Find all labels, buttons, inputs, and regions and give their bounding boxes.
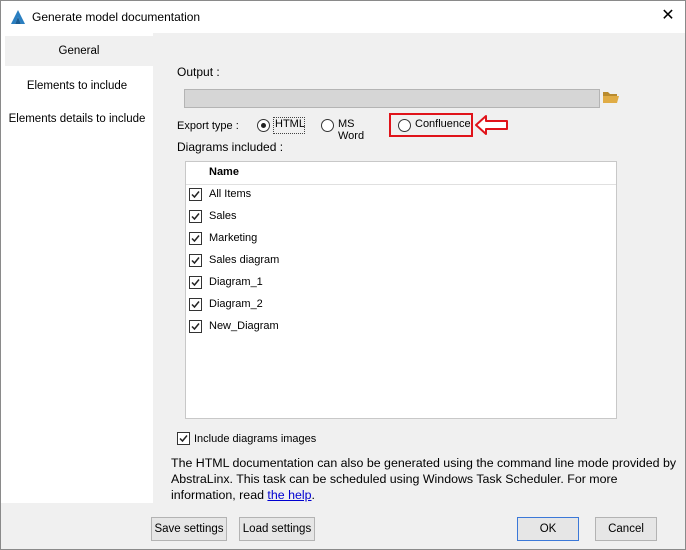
close-button[interactable]: ✕ — [651, 1, 685, 31]
sidebar-item-label: Elements details to include — [8, 113, 146, 125]
list-item[interactable]: Diagram_2 — [186, 293, 616, 315]
radio-ms-word-circle[interactable] — [321, 119, 334, 132]
annotation-arrow-icon — [475, 115, 508, 135]
check-icon — [191, 213, 200, 221]
include-diagram-images-option[interactable]: Include diagrams images — [177, 427, 377, 449]
abstralinx-logo-icon — [11, 10, 25, 24]
confluence-highlight-box — [389, 113, 473, 137]
list-item[interactable]: Diagram_1 — [186, 271, 616, 293]
output-path-input[interactable] — [184, 89, 600, 108]
cancel-button[interactable]: Cancel — [595, 517, 657, 541]
diagrams-included-label: Diagrams included : — [177, 140, 284, 154]
radio-ms-word-label: MS Word — [338, 118, 365, 142]
checkbox[interactable] — [189, 276, 202, 289]
ok-button[interactable]: OK — [517, 517, 579, 541]
list-item-label: New_Diagram — [209, 320, 279, 332]
list-item-label: Diagram_2 — [209, 298, 263, 310]
radio-html-circle[interactable] — [257, 119, 270, 132]
help-link[interactable]: the help — [267, 488, 311, 502]
title-bar: Generate model documentation ✕ — [1, 1, 685, 33]
list-item[interactable]: Marketing — [186, 227, 616, 249]
list-item-label: Sales diagram — [209, 254, 280, 266]
list-item[interactable]: Sales diagram — [186, 249, 616, 271]
check-icon — [179, 435, 188, 443]
export-type-label: Export type : — [177, 120, 239, 132]
check-icon — [191, 235, 200, 243]
sidebar-item-label: Elements to include — [26, 80, 128, 92]
close-icon: ✕ — [661, 7, 675, 24]
sidebar-item-elements-to-include[interactable]: Elements to include — [1, 71, 153, 101]
radio-ms-word[interactable]: MS Word — [321, 117, 383, 142]
sidebar-item-label: General — [58, 45, 100, 57]
include-images-checkbox[interactable] — [177, 432, 190, 445]
radio-html-label: HTML — [275, 118, 305, 130]
checkbox[interactable] — [189, 232, 202, 245]
save-settings-button[interactable]: Save settings — [151, 517, 227, 541]
info-text-body: The HTML documentation can also be gener… — [171, 456, 677, 502]
checkbox[interactable] — [189, 188, 202, 201]
window-title: Generate model documentation — [32, 10, 201, 24]
list-item-label: Marketing — [209, 232, 258, 244]
check-icon — [191, 191, 200, 199]
dialog-window: Generate model documentation ✕ General E… — [0, 0, 686, 550]
sidebar-item-general[interactable]: General — [5, 36, 153, 66]
column-header-name: Name — [209, 166, 239, 178]
checkbox[interactable] — [189, 210, 202, 223]
sidebar: General Elements to include Elements det… — [1, 33, 153, 503]
folder-icon[interactable] — [602, 89, 620, 105]
checkbox[interactable] — [189, 320, 202, 333]
info-text-suffix: . — [311, 488, 315, 502]
info-text: The HTML documentation can also be gener… — [171, 455, 683, 503]
list-item-label: Diagram_1 — [209, 276, 263, 288]
list-item[interactable]: All Items — [186, 183, 616, 205]
checkbox[interactable] — [189, 254, 202, 267]
list-header: Name — [186, 162, 616, 185]
sidebar-item-elements-details[interactable]: Elements details to include — [1, 104, 153, 134]
list-item[interactable]: Sales — [186, 205, 616, 227]
check-icon — [191, 323, 200, 331]
checkbox[interactable] — [189, 298, 202, 311]
check-icon — [191, 301, 200, 309]
radio-html[interactable]: HTML — [257, 117, 307, 135]
diagrams-list[interactable]: Name All Items Sales Marketing Sales dia… — [185, 161, 617, 419]
list-item[interactable]: New_Diagram — [186, 315, 616, 337]
load-settings-button[interactable]: Load settings — [239, 517, 315, 541]
check-icon — [191, 279, 200, 287]
output-label: Output : — [177, 65, 220, 79]
list-item-label: All Items — [209, 188, 252, 200]
check-icon — [191, 257, 200, 265]
list-item-label: Sales — [209, 210, 237, 222]
include-images-label: Include diagrams images — [194, 433, 317, 445]
